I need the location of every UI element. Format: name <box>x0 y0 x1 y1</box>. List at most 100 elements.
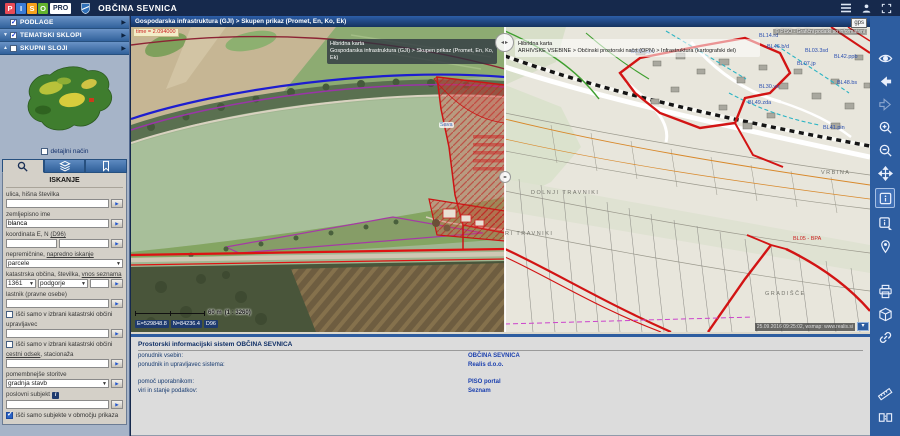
business-entity-input[interactable] <box>6 400 109 409</box>
road-section-input[interactable] <box>6 359 109 368</box>
info-panel-title: Prostorski informacijski sistem OBČINA S… <box>138 341 863 351</box>
expander-icon[interactable]: ▼ <box>3 33 10 38</box>
zoom-out-icon <box>878 143 893 158</box>
identify-advanced-button[interactable] <box>876 215 894 231</box>
street-label: ulica, hišna številka <box>6 191 123 198</box>
locate-button[interactable] <box>876 238 894 254</box>
logo-letter-s: S <box>27 3 37 14</box>
logo-letter-i: I <box>16 3 26 14</box>
cadastral-number-select[interactable]: 1361▼ <box>6 279 36 288</box>
menu-button[interactable] <box>840 3 852 13</box>
link-realis[interactable]: Realis d.o.o. <box>468 362 503 368</box>
sidebar-panel-podlage[interactable]: PODLAGE ▶ <box>0 16 129 29</box>
list-entry-link[interactable]: vnos seznama <box>82 271 122 278</box>
coordinate-e: E=529848.8 <box>135 320 169 328</box>
podlage-checkbox[interactable] <box>10 19 17 26</box>
split-drag-handle-small[interactable]: ◂▸ <box>499 171 511 183</box>
geo-name-input[interactable] <box>6 219 109 228</box>
zoom-out-button[interactable] <box>876 142 894 158</box>
map-canvas[interactable]: Sava BL02.ppb BL14.rd BL46.b/d BL03.3sd … <box>131 27 870 332</box>
share-link-button[interactable] <box>876 329 894 345</box>
gps-button[interactable]: gps <box>851 18 867 28</box>
piso-gis-app: { "topbar": { "brand": {"letters": ["P",… <box>0 0 900 436</box>
print-button[interactable] <box>876 283 894 299</box>
realestate-label: nepremičnine, napredno iskanje <box>6 251 123 258</box>
link-obcina-sevnica[interactable]: OBČINA SEVNICA <box>468 353 520 359</box>
subjects-in-view-checkbox[interactable] <box>6 412 13 419</box>
owner-limit-checkbox[interactable] <box>6 311 13 318</box>
sidebar-panel-skupni-sloji[interactable]: ▲ SKUPNI SLOJI ▶ <box>0 42 129 55</box>
zoom-in-icon <box>878 120 893 135</box>
page-title: OBČINA SEVNICA <box>98 3 177 13</box>
advanced-search-link[interactable]: napredno iskanje <box>47 251 94 258</box>
eye-icon <box>878 51 893 66</box>
back-button[interactable] <box>876 73 894 89</box>
cadastral-go-button[interactable] <box>111 279 123 288</box>
info-badge-icon[interactable]: i <box>52 392 59 399</box>
user-button[interactable] <box>861 3 872 14</box>
services-select[interactable]: gradnja stavb▼ <box>6 379 109 388</box>
layers-icon <box>59 160 71 172</box>
coordinate-go-button[interactable] <box>111 239 123 248</box>
tab-search[interactable] <box>2 159 44 173</box>
panel-open-arrow-icon[interactable]: ▶ <box>121 32 126 39</box>
coordinate-n: N=84236.4 <box>171 320 202 328</box>
footer-collapse-button[interactable]: ▾ <box>857 322 869 331</box>
zoom-in-button[interactable] <box>876 119 894 135</box>
link-seznam[interactable]: Seznam <box>468 388 491 394</box>
map-label: BL41.pin <box>823 125 845 131</box>
street-input[interactable] <box>6 199 109 208</box>
tab-bookmarks[interactable] <box>85 159 127 173</box>
coordinate-n-input[interactable] <box>59 239 110 248</box>
top-bar: P I S O PRO OBČINA SEVNICA <box>0 0 900 16</box>
services-go-button[interactable] <box>111 379 123 388</box>
owner-input[interactable] <box>6 299 109 308</box>
owner-go-button[interactable] <box>111 299 123 308</box>
compare-split-button[interactable] <box>876 409 894 425</box>
tab-layers[interactable] <box>44 159 86 173</box>
map-label: DOLNJI TRAVNIKI <box>531 190 599 196</box>
map-timestamp: 25.09.2016 09:25:02, wsmap: www.realis.s… <box>755 323 855 331</box>
info-row: viri in stanje podatkov: Seznam <box>138 388 863 395</box>
street-go-button[interactable] <box>111 199 123 208</box>
info-row: ponudnik vsebin: OBČINA SEVNICA <box>138 353 863 360</box>
owner-label: lastnik (pravne osebe) <box>6 291 123 298</box>
split-drag-handle[interactable]: ◂▸ <box>495 33 514 52</box>
link-piso-portal[interactable]: PISO portal <box>468 379 501 385</box>
tematski-sklopi-checkbox[interactable] <box>10 32 17 39</box>
fullscreen-button[interactable] <box>881 3 892 14</box>
forward-button[interactable] <box>876 96 894 112</box>
search-panel: ISKANJE ulica, hišna številka zemljepisn… <box>2 173 127 425</box>
manager-go-button[interactable] <box>111 329 123 338</box>
3d-view-button[interactable] <box>876 306 894 322</box>
geo-name-go-button[interactable] <box>111 219 123 228</box>
panel-open-arrow-icon[interactable]: ▶ <box>121 45 126 52</box>
parcel-number-input[interactable] <box>90 279 109 288</box>
sidebar-panel-tematski-sklopi[interactable]: ▼ TEMATSKI SKLOPI ▶ <box>0 29 129 42</box>
map-label: BL49.zda <box>748 100 771 106</box>
road-section-link[interactable]: cestni odsek <box>6 351 40 358</box>
business-entity-go-button[interactable] <box>111 400 123 409</box>
cadastral-name-select[interactable]: podgorje▼ <box>38 279 88 288</box>
piso-logo[interactable]: P I S O PRO <box>5 3 71 14</box>
measure-button[interactable] <box>876 386 894 402</box>
eye-visibility-button[interactable] <box>876 50 894 66</box>
expander-icon[interactable]: ▲ <box>3 46 10 51</box>
panel-open-arrow-icon[interactable]: ▶ <box>121 19 126 26</box>
info-row: ponudnik in upravljavec sistema: Realis … <box>138 362 863 369</box>
road-section-go-button[interactable] <box>111 359 123 368</box>
pan-icon <box>878 166 893 181</box>
identify-button[interactable] <box>875 188 895 208</box>
sidebar: PODLAGE ▶ ▼ TEMATSKI SKLOPI ▶ ▲ SKUPNI S… <box>0 16 130 436</box>
link-icon <box>878 330 893 345</box>
map-label: BL03.3sd <box>805 48 828 54</box>
coordinate-e-input[interactable] <box>6 239 57 248</box>
manager-limit-checkbox[interactable] <box>6 341 13 348</box>
realestate-type-select[interactable]: parcele▼ <box>6 259 123 268</box>
pan-button[interactable] <box>876 165 894 181</box>
d96-link[interactable]: (D96) <box>50 231 65 238</box>
manager-input[interactable] <box>6 329 109 338</box>
municipality-overview-map[interactable] <box>9 58 121 146</box>
skupni-sloji-checkbox[interactable] <box>10 45 17 52</box>
detail-mode-checkbox[interactable] <box>41 148 48 155</box>
